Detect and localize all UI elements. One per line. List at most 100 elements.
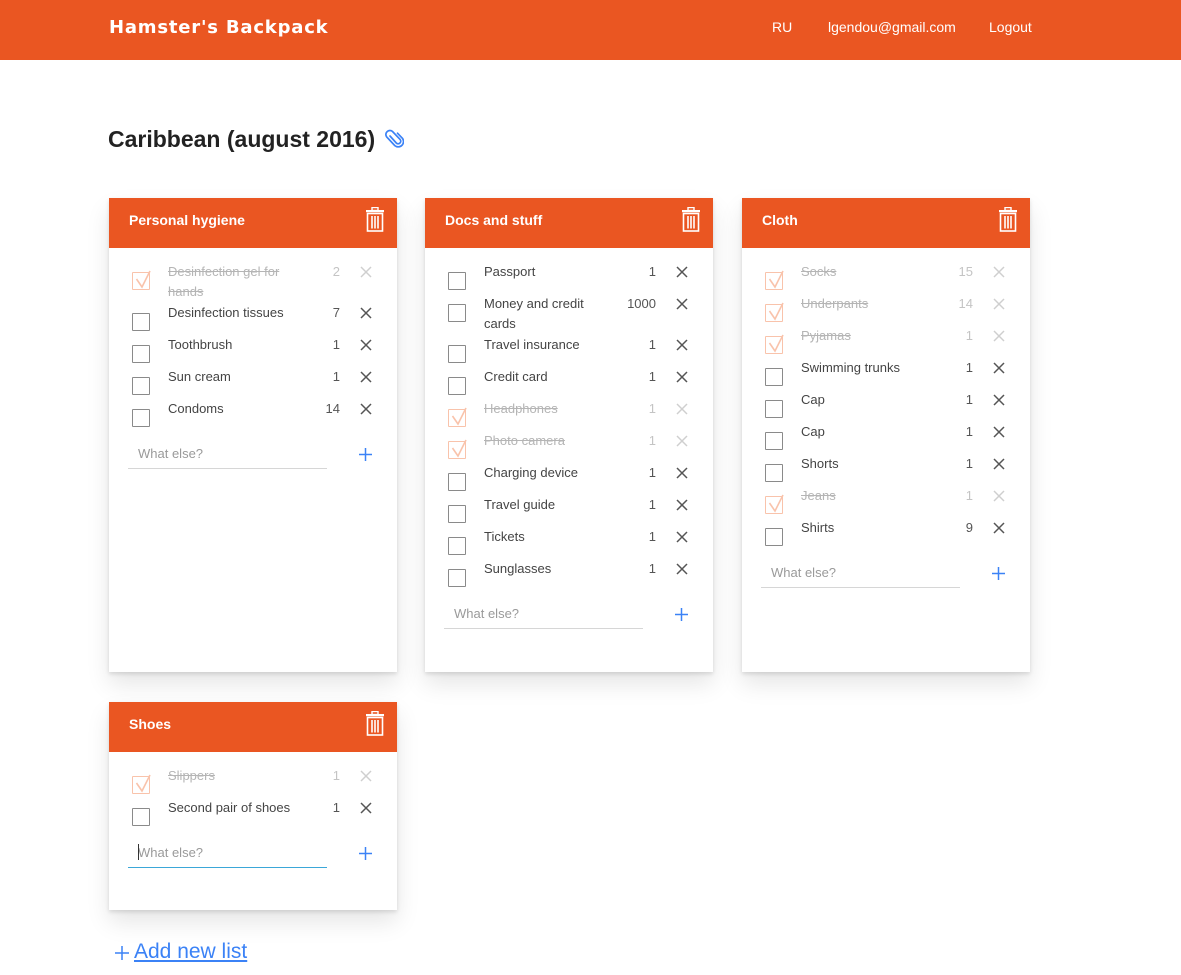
item-name[interactable]: Socks	[801, 261, 931, 282]
remove-item-icon[interactable]	[675, 338, 689, 352]
item-quantity[interactable]: 1	[966, 326, 973, 346]
item-name[interactable]: Passport	[484, 261, 614, 282]
remove-item-icon[interactable]	[675, 434, 689, 448]
item-quantity[interactable]: 2	[333, 262, 340, 282]
remove-item-icon[interactable]	[992, 393, 1006, 407]
add-item-plus-icon[interactable]	[991, 566, 1006, 581]
item-quantity[interactable]: 1	[333, 766, 340, 786]
remove-item-icon[interactable]	[359, 265, 373, 279]
item-checkbox[interactable]	[448, 537, 466, 555]
item-quantity[interactable]: 14	[959, 294, 973, 314]
item-quantity[interactable]: 14	[326, 399, 340, 419]
remove-item-icon[interactable]	[359, 306, 373, 320]
item-name[interactable]: Headphones	[484, 398, 614, 419]
brand-logo[interactable]: Hamster's Backpack	[109, 17, 328, 38]
item-checkbox[interactable]	[132, 270, 151, 290]
item-quantity[interactable]: 1	[649, 367, 656, 387]
item-quantity[interactable]: 1	[649, 262, 656, 282]
trash-icon[interactable]	[365, 711, 385, 736]
item-checkbox[interactable]	[448, 505, 466, 523]
item-quantity[interactable]: 1	[333, 367, 340, 387]
item-quantity[interactable]: 1	[966, 422, 973, 442]
item-quantity[interactable]: 15	[959, 262, 973, 282]
remove-item-icon[interactable]	[359, 801, 373, 815]
remove-item-icon[interactable]	[992, 425, 1006, 439]
remove-item-icon[interactable]	[992, 297, 1006, 311]
item-name[interactable]: Cap	[801, 389, 931, 410]
item-name[interactable]: Travel insurance	[484, 334, 614, 355]
item-checkbox[interactable]	[765, 400, 783, 418]
item-name[interactable]: Cap	[801, 421, 931, 442]
remove-item-icon[interactable]	[675, 562, 689, 576]
item-name[interactable]: Credit card	[484, 366, 614, 387]
item-quantity[interactable]: 1	[966, 486, 973, 506]
item-name[interactable]: Tickets	[484, 526, 614, 547]
item-quantity[interactable]: 1000	[627, 294, 656, 314]
item-checkbox[interactable]	[765, 334, 784, 354]
remove-item-icon[interactable]	[359, 769, 373, 783]
remove-item-icon[interactable]	[675, 402, 689, 416]
remove-item-icon[interactable]	[675, 466, 689, 480]
item-name[interactable]: Sunglasses	[484, 558, 614, 579]
remove-item-icon[interactable]	[359, 338, 373, 352]
add-item-plus-icon[interactable]	[358, 846, 373, 861]
add-new-list-link[interactable]: Add new list	[134, 940, 247, 964]
new-item-input[interactable]	[761, 557, 960, 588]
item-name[interactable]: Toothbrush	[168, 334, 298, 355]
item-quantity[interactable]: 1	[649, 495, 656, 515]
item-checkbox[interactable]	[132, 774, 151, 794]
item-name[interactable]: Charging device	[484, 462, 614, 483]
item-quantity[interactable]: 9	[966, 518, 973, 538]
item-checkbox[interactable]	[765, 302, 784, 322]
remove-item-icon[interactable]	[675, 297, 689, 311]
paperclip-icon[interactable]	[384, 128, 404, 150]
remove-item-icon[interactable]	[992, 265, 1006, 279]
plus-icon[interactable]	[114, 945, 130, 961]
item-checkbox[interactable]	[448, 304, 466, 322]
item-quantity[interactable]: 1	[649, 463, 656, 483]
item-checkbox[interactable]	[765, 464, 783, 482]
new-item-input[interactable]	[128, 438, 327, 469]
item-quantity[interactable]: 1	[333, 798, 340, 818]
item-checkbox[interactable]	[765, 494, 784, 514]
item-checkbox[interactable]	[132, 808, 150, 826]
new-item-input[interactable]	[128, 837, 327, 868]
remove-item-icon[interactable]	[992, 489, 1006, 503]
item-name[interactable]: Condoms	[168, 398, 298, 419]
remove-item-icon[interactable]	[359, 370, 373, 384]
trash-icon[interactable]	[365, 207, 385, 232]
item-quantity[interactable]: 1	[649, 527, 656, 547]
item-quantity[interactable]: 1	[649, 559, 656, 579]
item-name[interactable]: Swimming trunks	[801, 357, 931, 378]
item-checkbox[interactable]	[448, 473, 466, 491]
item-name[interactable]: Photo camera	[484, 430, 614, 451]
remove-item-icon[interactable]	[359, 402, 373, 416]
remove-item-icon[interactable]	[675, 370, 689, 384]
item-name[interactable]: Shirts	[801, 517, 931, 538]
item-name[interactable]: Jeans	[801, 485, 931, 506]
item-name[interactable]: Underpants	[801, 293, 931, 314]
remove-item-icon[interactable]	[992, 329, 1006, 343]
item-name[interactable]: Pyjamas	[801, 325, 931, 346]
item-name[interactable]: Shorts	[801, 453, 931, 474]
item-name[interactable]: Desinfection tissues	[168, 302, 298, 323]
remove-item-icon[interactable]	[992, 361, 1006, 375]
remove-item-icon[interactable]	[992, 457, 1006, 471]
item-name[interactable]: Desinfection gel for hands	[168, 261, 298, 302]
item-checkbox[interactable]	[448, 377, 466, 395]
item-name[interactable]: Money and credit cards	[484, 293, 614, 334]
item-name[interactable]: Travel guide	[484, 494, 614, 515]
item-checkbox[interactable]	[765, 270, 784, 290]
add-item-plus-icon[interactable]	[674, 607, 689, 622]
add-item-plus-icon[interactable]	[358, 447, 373, 462]
item-checkbox[interactable]	[765, 432, 783, 450]
item-quantity[interactable]: 1	[649, 399, 656, 419]
item-quantity[interactable]: 1	[966, 358, 973, 378]
item-name[interactable]: Slippers	[168, 765, 298, 786]
logout-link[interactable]: Logout	[989, 19, 1032, 35]
item-checkbox[interactable]	[448, 272, 466, 290]
item-quantity[interactable]: 1	[649, 335, 656, 355]
item-checkbox[interactable]	[448, 345, 466, 363]
item-name[interactable]: Sun cream	[168, 366, 298, 387]
item-quantity[interactable]: 1	[333, 335, 340, 355]
